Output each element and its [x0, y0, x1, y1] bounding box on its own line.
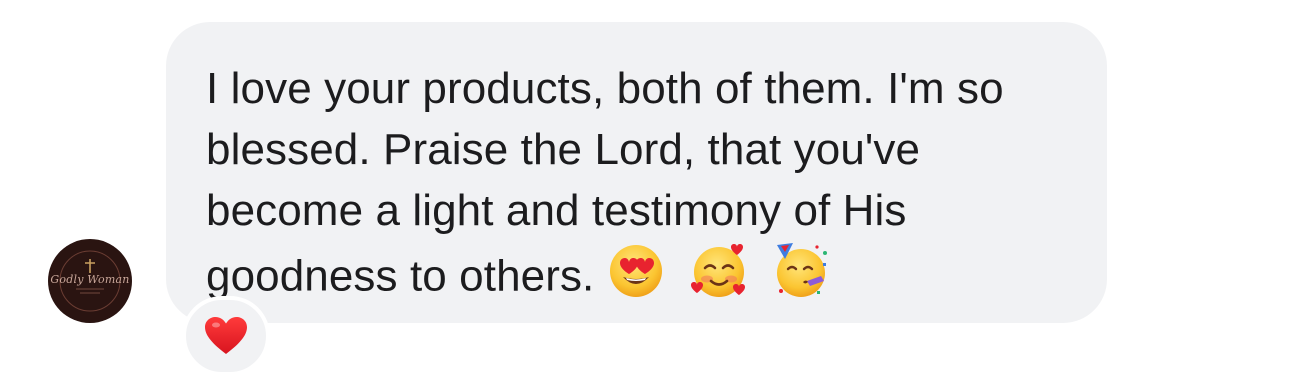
reaction-badge[interactable] [182, 296, 270, 376]
message-body: I love your products, both of them. I'm … [206, 58, 1067, 317]
message-text: I love your products, both of them. I'm … [206, 64, 1004, 301]
conversation-view: Godly Woman I love your products, both o… [0, 0, 1290, 386]
red-heart-icon [205, 317, 247, 354]
smiling-face-with-hearts-emoji-icon [689, 241, 749, 317]
partying-face-emoji-icon [773, 241, 833, 317]
heart-eyes-emoji-icon [608, 243, 664, 315]
sender-avatar[interactable]: Godly Woman [48, 239, 132, 323]
avatar-logo-text: Godly Woman [50, 273, 130, 286]
message-bubble[interactable]: I love your products, both of them. I'm … [166, 22, 1107, 323]
emoji-group [608, 241, 845, 317]
